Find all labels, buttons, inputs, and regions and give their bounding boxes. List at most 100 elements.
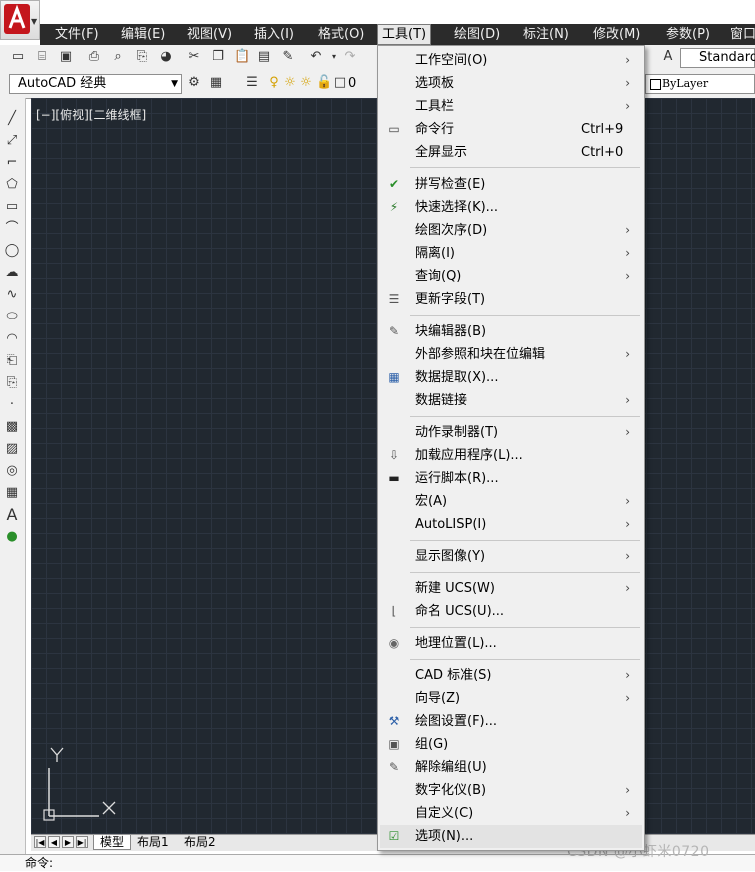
tools-menu-item[interactable]: ☑ 选项(N)...: [380, 825, 642, 848]
revision-cloud-icon[interactable]: ☁: [3, 264, 21, 282]
tools-menu-item[interactable]: 全屏显示 Ctrl+0: [380, 141, 642, 164]
menu-file[interactable]: 文件(F): [55, 24, 99, 45]
hatch-icon[interactable]: ▩: [3, 418, 21, 436]
spline-icon[interactable]: ∿: [3, 286, 21, 304]
tools-menu-item[interactable]: ✎ 块编辑器(B): [380, 320, 642, 343]
cut-icon[interactable]: ✂: [186, 49, 202, 65]
workspace-settings-gear-icon[interactable]: ⚙: [186, 75, 202, 91]
menu-format[interactable]: 格式(O): [318, 24, 364, 45]
menu-dimension[interactable]: 标注(N): [523, 24, 569, 45]
layer-manager-icon[interactable]: ☰: [244, 75, 260, 91]
insert-block-icon[interactable]: ⎗: [3, 352, 21, 370]
tools-menu-item[interactable]: ▦ 数据提取(X)...: [380, 366, 642, 389]
tools-menu-item[interactable]: ▭ 命令行 Ctrl+9: [380, 118, 642, 141]
menu-window[interactable]: 窗口: [730, 24, 755, 45]
circle-icon[interactable]: ◯: [3, 242, 21, 260]
save-icon[interactable]: ▣: [58, 49, 74, 65]
copy-icon[interactable]: ❐: [210, 49, 226, 65]
menu-modify[interactable]: 修改(M): [593, 24, 640, 45]
tools-menu-item[interactable]: 显示图像(Y) ›: [380, 545, 642, 568]
layer-color-swatch-icon[interactable]: □: [332, 75, 348, 91]
tools-menu-item[interactable]: 隔离(I) ›: [380, 242, 642, 265]
3d-dwf-icon[interactable]: ◕: [158, 49, 174, 65]
multiline-text-icon[interactable]: A: [3, 506, 21, 524]
first-tab-arrow-icon[interactable]: |◀: [34, 836, 46, 848]
ellipse-icon[interactable]: ⬭: [3, 308, 21, 326]
linetype-color-select[interactable]: ByLayer: [645, 74, 755, 94]
workspace-save-icon[interactable]: ▦: [208, 75, 224, 91]
last-tab-arrow-icon[interactable]: ▶|: [76, 836, 88, 848]
tools-menu-item[interactable]: ⌊ 命名 UCS(U)...: [380, 600, 642, 623]
next-tab-arrow-icon[interactable]: ▶: [62, 836, 74, 848]
tools-menu-item[interactable]: 工作空间(O) ›: [380, 49, 642, 72]
menu-insert[interactable]: 插入(I): [254, 24, 294, 45]
block-editor-toolbar-icon[interactable]: ✎: [280, 49, 296, 65]
undo-icon[interactable]: ↶: [308, 49, 324, 65]
paste-icon[interactable]: 📋: [234, 49, 250, 65]
point-icon[interactable]: ·: [3, 396, 21, 414]
tools-menu-item[interactable]: 查询(Q) ›: [380, 265, 642, 288]
tools-menu-item[interactable]: 宏(A) ›: [380, 490, 642, 513]
prev-tab-arrow-icon[interactable]: ◀: [48, 836, 60, 848]
publish-icon[interactable]: ⎘: [134, 49, 150, 65]
polygon-icon[interactable]: ⬠: [3, 176, 21, 194]
tools-menu-item[interactable]: 数据链接 ›: [380, 389, 642, 412]
workspace-select[interactable]: AutoCAD 经典 ▼: [9, 74, 182, 94]
tools-menu-item[interactable]: CAD 标准(S) ›: [380, 664, 642, 687]
construction-line-icon[interactable]: ⤢: [3, 132, 21, 150]
tools-menu-item[interactable]: 自定义(C) ›: [380, 802, 642, 825]
layer-vp-freeze-icon[interactable]: ☼: [298, 75, 314, 91]
tab-layout2[interactable]: 布局2: [178, 835, 222, 850]
table-icon[interactable]: ▦: [3, 484, 21, 502]
tools-menu-item[interactable]: ✎ 解除编组(U): [380, 756, 642, 779]
open-folder-icon[interactable]: ⌸: [34, 49, 50, 65]
tools-menu-item[interactable]: ⇩ 加载应用程序(L)...: [380, 444, 642, 467]
menu-draw[interactable]: 绘图(D): [454, 24, 500, 45]
match-properties-icon[interactable]: ▤: [256, 49, 272, 65]
text-style-select[interactable]: Standard: [680, 48, 755, 68]
layer-freeze-sun-icon[interactable]: ☼: [282, 75, 298, 91]
line-icon[interactable]: ╱: [3, 110, 21, 128]
tools-menu-item[interactable]: 选项板 ›: [380, 72, 642, 95]
tab-layout1[interactable]: 布局1: [131, 835, 175, 850]
layer-on-bulb-icon[interactable]: ♀: [266, 75, 282, 91]
menu-parametric[interactable]: 参数(P): [666, 24, 710, 45]
make-block-icon[interactable]: ⎘: [3, 374, 21, 392]
layer-name-value[interactable]: 0: [348, 76, 356, 91]
redo-icon[interactable]: ↷: [342, 49, 358, 65]
region-icon[interactable]: ◎: [3, 462, 21, 480]
tools-menu-item[interactable]: 向导(Z) ›: [380, 687, 642, 710]
print-icon[interactable]: ⎙: [86, 49, 102, 65]
menu-tools[interactable]: 工具(T): [377, 24, 432, 45]
tools-menu-item[interactable]: ☰ 更新字段(T): [380, 288, 642, 311]
tools-menu-item[interactable]: AutoLISP(I) ›: [380, 513, 642, 536]
ellipse-arc-icon[interactable]: ◠: [3, 330, 21, 348]
layer-lock-icon[interactable]: 🔓: [316, 75, 332, 91]
tools-menu-item[interactable]: ▣ 组(G): [380, 733, 642, 756]
gradient-icon[interactable]: ▨: [3, 440, 21, 458]
tools-menu-item[interactable]: ⚒ 绘图设置(F)...: [380, 710, 642, 733]
tools-menu-item[interactable]: 绘图次序(D) ›: [380, 219, 642, 242]
arc-icon[interactable]: ⌒: [3, 220, 21, 238]
tools-menu-item[interactable]: ✔ 拼写检查(E): [380, 173, 642, 196]
viewport-controls-label[interactable]: [−][俯视][二维线框]: [36, 106, 146, 123]
tools-menu-item[interactable]: 动作录制器(T) ›: [380, 421, 642, 444]
tools-menu-item[interactable]: ⚡ 快速选择(K)...: [380, 196, 642, 219]
menu-edit[interactable]: 编辑(E): [121, 24, 165, 45]
tools-menu-item[interactable]: ▬ 运行脚本(R)...: [380, 467, 642, 490]
tools-menu-item[interactable]: ◉ 地理位置(L)...: [380, 632, 642, 655]
new-file-icon[interactable]: ▭: [10, 49, 26, 65]
tools-menu-item[interactable]: 新建 UCS(W) ›: [380, 577, 642, 600]
undo-dropdown-icon[interactable]: ▾: [326, 49, 342, 65]
menu-view[interactable]: 视图(V): [187, 24, 232, 45]
tools-menu-item-label: 拼写检查(E): [415, 177, 486, 192]
rectangle-icon[interactable]: ▭: [3, 198, 21, 216]
tools-menu-item[interactable]: 工具栏 ›: [380, 95, 642, 118]
application-menu-button[interactable]: ▼: [0, 0, 40, 40]
print-preview-icon[interactable]: ⌕: [110, 49, 126, 65]
tools-menu-item[interactable]: 外部参照和块在位编辑 ›: [380, 343, 642, 366]
add-selected-icon[interactable]: ●: [3, 528, 21, 546]
polyline-icon[interactable]: ⌐: [3, 154, 21, 172]
tab-model[interactable]: 模型: [93, 835, 132, 850]
tools-menu-item[interactable]: 数字化仪(B) ›: [380, 779, 642, 802]
